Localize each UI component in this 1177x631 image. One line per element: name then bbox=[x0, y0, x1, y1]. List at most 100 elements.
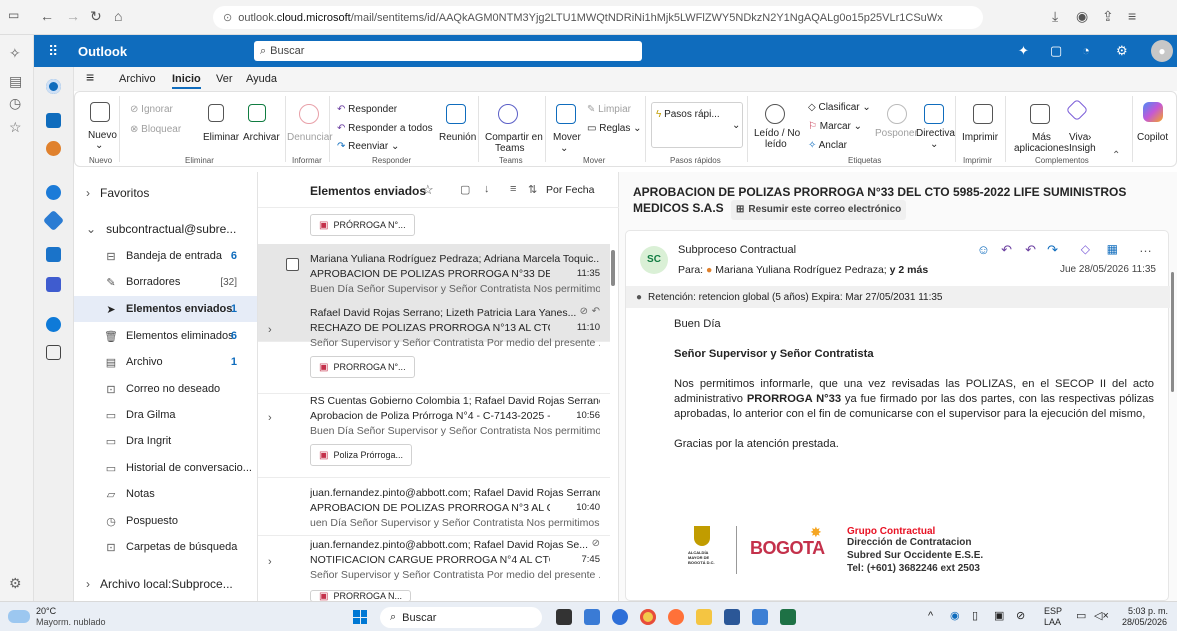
chevron-down-icon[interactable]: ⌄ bbox=[732, 120, 740, 131]
home-icon[interactable]: ⌂ bbox=[114, 8, 122, 24]
folder-junk[interactable]: ⊡ Correo no deseado bbox=[74, 376, 257, 402]
edge-icon[interactable] bbox=[612, 609, 628, 625]
people-app-icon[interactable] bbox=[46, 185, 61, 200]
folder-notes[interactable]: ▱ Notas bbox=[74, 481, 257, 507]
sidebar-toggle-icon[interactable]: ▭ bbox=[8, 8, 19, 22]
folder-dra-gilma[interactable]: ▭ Dra Gilma bbox=[74, 402, 257, 428]
meeting-button[interactable]: Reunión bbox=[439, 132, 476, 143]
avatar[interactable]: ● bbox=[1151, 40, 1173, 62]
teams-icon[interactable]: ✦ bbox=[1018, 43, 1029, 59]
history-icon[interactable]: ◷ bbox=[9, 95, 21, 112]
gear-icon[interactable]: ⚙ bbox=[1116, 43, 1128, 59]
org-app-icon[interactable] bbox=[46, 277, 61, 292]
copilot-sidebar-icon[interactable]: ✧ bbox=[9, 45, 21, 62]
summarize-button[interactable]: ⊞ Resumir este correo electrónico bbox=[731, 200, 907, 220]
todo-app-icon[interactable] bbox=[42, 209, 65, 232]
onedrive-app-icon[interactable] bbox=[46, 317, 61, 332]
back-icon[interactable]: ← bbox=[40, 8, 54, 24]
chrome-icon[interactable] bbox=[640, 609, 656, 625]
viva-button[interactable]: Viva bbox=[1069, 132, 1088, 143]
calendar-app-icon[interactable] bbox=[46, 113, 61, 128]
language-indicator[interactable]: ESP bbox=[1044, 606, 1062, 616]
list-item[interactable]: › juan.fernandez.pinto@abbott.com; Rafae… bbox=[258, 530, 610, 602]
copilot-app-icon[interactable] bbox=[46, 141, 61, 156]
bell-icon[interactable]: ◔ bbox=[1082, 43, 1090, 58]
sort-order-icon[interactable]: ⇅ bbox=[528, 183, 537, 196]
more-recipients[interactable]: y 2 más bbox=[890, 264, 929, 276]
tray-app-icon[interactable]: ◉ bbox=[950, 609, 960, 622]
clock-date[interactable]: 28/05/2026 bbox=[1122, 617, 1167, 627]
chevron-right-icon[interactable]: › bbox=[268, 556, 272, 568]
folder-sent[interactable]: ➤ Elementos enviados 1 bbox=[74, 296, 257, 322]
menu-icon[interactable]: ≡ bbox=[1128, 8, 1136, 24]
forward-button[interactable]: ↷ Reenviar ⌄ bbox=[337, 141, 399, 152]
print-button[interactable]: Imprimir bbox=[962, 132, 998, 143]
tab-ayuda[interactable]: Ayuda bbox=[246, 73, 277, 85]
favorites-icon[interactable]: ☆ bbox=[9, 119, 22, 136]
emoji-icon[interactable]: ☺ bbox=[977, 242, 990, 257]
read-unread-button[interactable]: Leído / No bbox=[754, 128, 800, 139]
local-archive-section[interactable]: › Archivo local:Subproce... bbox=[74, 571, 257, 597]
archive-button[interactable]: Archivar bbox=[243, 132, 280, 143]
tab-ver[interactable]: Ver bbox=[216, 73, 233, 85]
delete-button[interactable]: Eliminar bbox=[203, 132, 239, 143]
sweep-button[interactable]: ✎ Limpiar bbox=[587, 104, 631, 115]
sort-icon[interactable]: ↓ bbox=[484, 183, 490, 195]
folder-inbox[interactable]: ⊟ Bandeja de entrada 6 bbox=[74, 243, 257, 269]
block-button[interactable]: ⊗ Bloquear bbox=[130, 124, 181, 135]
word-app-icon[interactable] bbox=[46, 247, 61, 262]
filter-icon[interactable]: ≡ bbox=[510, 183, 516, 195]
widgets-icon[interactable] bbox=[584, 609, 600, 625]
tray-app-icon[interactable]: ▯ bbox=[972, 609, 978, 622]
download-icon[interactable]: ⤓ bbox=[1052, 8, 1058, 25]
recipient-name[interactable]: Mariana Yuliana Rodríguez Pedraza; bbox=[715, 264, 886, 276]
report-button[interactable]: Denunciar bbox=[287, 132, 333, 143]
folder-history[interactable]: ▭ Historial de conversacio... bbox=[74, 455, 257, 481]
folder-drafts[interactable]: ✎ Borradores [32] bbox=[74, 269, 257, 295]
tab-archivo[interactable]: Archivo bbox=[119, 73, 156, 85]
collapse-ribbon-icon[interactable]: ⌃ bbox=[1112, 150, 1120, 161]
star-icon[interactable]: ☆ bbox=[422, 182, 434, 198]
pin-button[interactable]: ✧ Anclar bbox=[808, 140, 847, 151]
clock-time[interactable]: 5:03 p. m. bbox=[1128, 606, 1168, 616]
sender-name[interactable]: Subproceso Contractual bbox=[678, 244, 796, 256]
reply-all-icon[interactable]: ↶ bbox=[1025, 242, 1036, 258]
sort-by-label[interactable]: Por Fecha bbox=[546, 184, 594, 196]
app-launcher-icon[interactable]: ⠿ bbox=[48, 43, 58, 60]
apps-icon[interactable]: ▦ bbox=[1107, 242, 1118, 256]
avatar[interactable]: SC bbox=[640, 246, 668, 274]
more-apps-button[interactable]: Más bbox=[1032, 132, 1051, 143]
profile-icon[interactable]: ◉ bbox=[1076, 8, 1088, 25]
select-icon[interactable]: ▢ bbox=[460, 183, 470, 196]
search-input[interactable]: ⌕ Buscar bbox=[254, 41, 642, 61]
scrollbar-thumb[interactable] bbox=[1171, 272, 1174, 392]
keyboard-layout[interactable]: LAA bbox=[1044, 617, 1061, 627]
attachment-chip[interactable]: ▣ PRORROGA N°... bbox=[310, 356, 415, 378]
chevron-right-icon[interactable]: › bbox=[268, 412, 272, 424]
more-actions-icon[interactable]: … bbox=[1139, 240, 1152, 255]
copilot-button[interactable]: Copilot bbox=[1137, 132, 1168, 143]
reply-all-button[interactable]: ↶ Responder a todos bbox=[337, 123, 433, 134]
tabs-icon[interactable]: ▤ bbox=[9, 73, 22, 90]
reload-icon[interactable]: ↻ bbox=[90, 8, 102, 25]
folder-deleted[interactable]: 🗑 Elementos eliminados 6 bbox=[74, 323, 257, 349]
chevron-right-icon[interactable]: › bbox=[268, 324, 272, 336]
forward-icon[interactable]: ↷ bbox=[1047, 242, 1058, 258]
site-info-icon[interactable]: ⊙ bbox=[223, 11, 232, 24]
file-explorer-icon[interactable] bbox=[696, 609, 712, 625]
flag-button[interactable]: ⚐ Marcar ⌄ bbox=[808, 121, 862, 132]
viva-icon[interactable]: ◇ bbox=[1081, 242, 1090, 256]
app-brand[interactable]: Outlook bbox=[78, 44, 127, 59]
reply-button[interactable]: ↶ Responder bbox=[337, 104, 397, 115]
firefox-icon[interactable] bbox=[668, 609, 684, 625]
rules-button[interactable]: ▭ Reglas ⌄ bbox=[587, 123, 642, 134]
address-bar[interactable]: ⊙ outlook. cloud.microsoft/mail/sentitems… bbox=[213, 6, 983, 29]
mail-app-icon[interactable] bbox=[46, 79, 61, 94]
share-teams-button[interactable]: Compartir en bbox=[485, 132, 543, 143]
outlook-taskbar-icon[interactable] bbox=[752, 609, 768, 625]
account-section[interactable]: ⌄ subcontractual@subre... bbox=[74, 216, 257, 242]
quick-steps-box[interactable]: ϟ Pasos rápi... bbox=[651, 102, 743, 148]
chevron-right-icon[interactable]: › bbox=[1088, 132, 1091, 143]
categorize-button[interactable]: ◇ Clasificar ⌄ bbox=[808, 102, 871, 113]
folder-archive[interactable]: ▤ Archivo 1 bbox=[74, 349, 257, 375]
